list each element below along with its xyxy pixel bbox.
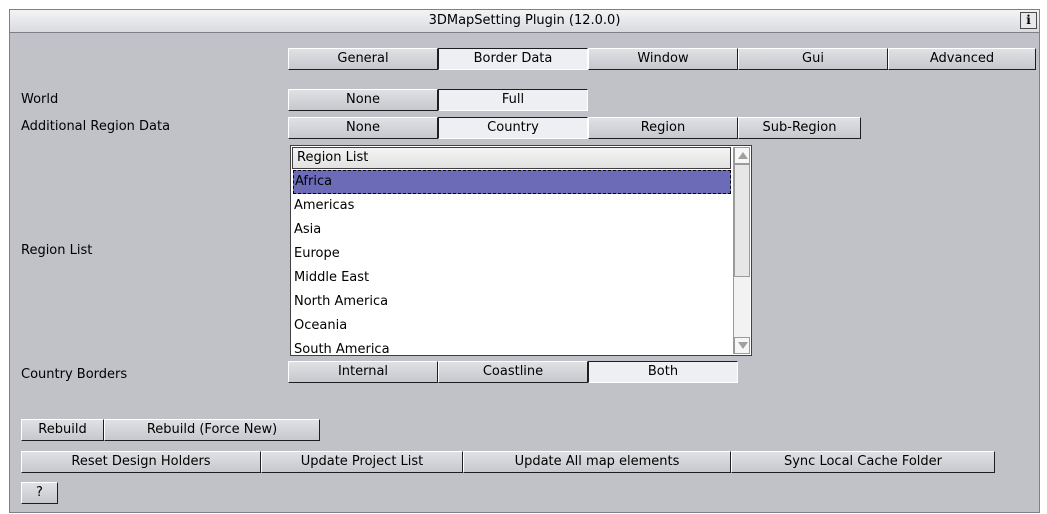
tab-window[interactable]: Window <box>588 48 738 70</box>
info-button[interactable]: i <box>1020 12 1037 29</box>
list-item[interactable]: North America <box>293 290 731 314</box>
reset-design-holders-button[interactable]: Reset Design Holders <box>21 451 261 473</box>
borders-coastline-button[interactable]: Coastline <box>438 361 588 383</box>
borders-both-button[interactable]: Both <box>588 361 738 383</box>
region-listbox[interactable]: Region List Africa Americas Asia Europe … <box>290 145 752 356</box>
tab-advanced[interactable]: Advanced <box>888 48 1036 70</box>
world-full-button[interactable]: Full <box>438 89 588 111</box>
region-data-subregion-button[interactable]: Sub-Region <box>738 117 861 139</box>
world-none-button[interactable]: None <box>288 89 438 111</box>
rebuild-force-new-button[interactable]: Rebuild (Force New) <box>104 419 320 441</box>
region-list-label: Region List <box>21 243 93 258</box>
scroll-down-arrow[interactable] <box>734 337 750 354</box>
region-list-header[interactable]: Region List <box>292 147 731 169</box>
list-item[interactable]: Asia <box>293 218 731 242</box>
region-data-country-button[interactable]: Country <box>438 117 588 139</box>
country-borders-label: Country Borders <box>21 367 128 382</box>
region-data-none-button[interactable]: None <box>288 117 438 139</box>
additional-region-label: Additional Region Data <box>21 119 171 134</box>
rebuild-button[interactable]: Rebuild <box>21 419 104 441</box>
borders-internal-button[interactable]: Internal <box>288 361 438 383</box>
triangle-down-icon <box>738 342 748 349</box>
triangle-up-icon <box>738 152 748 159</box>
update-all-map-elements-button[interactable]: Update All map elements <box>463 451 731 473</box>
scroll-up-arrow[interactable] <box>734 147 750 164</box>
region-data-region-button[interactable]: Region <box>588 117 738 139</box>
tab-border-data[interactable]: Border Data <box>438 48 588 70</box>
list-item[interactable]: Oceania <box>293 314 731 338</box>
tab-general[interactable]: General <box>288 48 438 70</box>
list-item[interactable]: Europe <box>293 242 731 266</box>
region-list-scrollbar[interactable] <box>733 147 750 354</box>
tab-gui[interactable]: Gui <box>738 48 888 70</box>
world-label: World <box>21 92 59 107</box>
help-button[interactable]: ? <box>21 482 58 504</box>
list-item[interactable]: Americas <box>293 194 731 218</box>
window-title: 3DMapSetting Plugin (12.0.0) <box>428 13 621 28</box>
list-item[interactable]: South America <box>293 338 731 355</box>
list-item[interactable]: Middle East <box>293 266 731 290</box>
settings-panel: General Border Data Window Gui Advanced … <box>9 33 1040 513</box>
sync-local-cache-folder-button[interactable]: Sync Local Cache Folder <box>731 451 995 473</box>
scroll-thumb[interactable] <box>734 164 750 277</box>
list-item[interactable]: Africa <box>293 170 731 194</box>
update-project-list-button[interactable]: Update Project List <box>261 451 463 473</box>
title-bar: 3DMapSetting Plugin (12.0.0) i <box>9 9 1040 33</box>
plugin-window: 3DMapSetting Plugin (12.0.0) i General B… <box>0 0 1047 514</box>
